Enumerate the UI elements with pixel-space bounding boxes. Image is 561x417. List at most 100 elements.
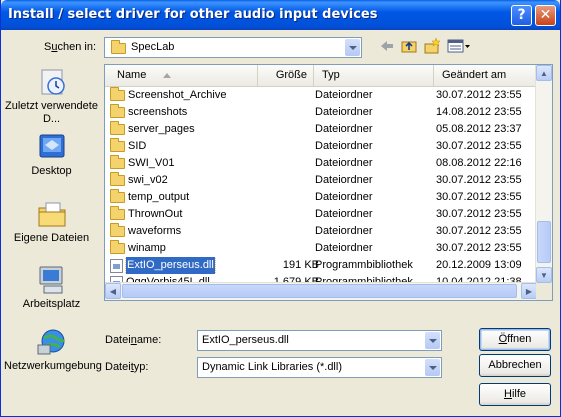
open-button[interactable]: Öffnen xyxy=(479,328,551,351)
list-header: Name Größe Typ Geändert am xyxy=(105,65,537,87)
place-network[interactable]: Netzwerkumgebung xyxy=(4,326,102,373)
scroll-up-button[interactable]: ▲ xyxy=(536,65,552,81)
file-row[interactable]: Screenshot_Archive Dateiordner 30.07.2012 … xyxy=(105,87,537,104)
file-date: 08.08.2012 22:16 xyxy=(436,157,522,169)
file-name: swi_v02 xyxy=(128,174,168,186)
folder-icon xyxy=(110,155,125,169)
file-date: 30.07.2012 23:55 xyxy=(436,242,522,254)
place-desktop[interactable]: Desktop xyxy=(4,131,99,178)
file-row[interactable]: server_pages Dateiordner 05.08.2012 23:37 xyxy=(105,121,537,138)
file-type: Dateiordner xyxy=(315,208,373,220)
place-my-documents[interactable]: Eigene Dateien xyxy=(4,198,99,245)
file-row[interactable]: swi_v02 Dateiordner 30.07.2012 23:55 xyxy=(105,172,537,189)
file-name-cell: waveforms xyxy=(110,223,258,240)
file-name-cell: temp_output xyxy=(110,189,258,206)
folder-icon xyxy=(110,121,125,135)
new-folder-icon[interactable] xyxy=(423,37,441,55)
filetype-select[interactable]: Dynamic Link Libraries (*.dll) xyxy=(197,357,442,378)
file-row[interactable]: waveforms Dateiordner 30.07.2012 23:55 xyxy=(105,223,537,240)
file-type: Dateiordner xyxy=(315,242,373,254)
horizontal-scroll-thumb[interactable] xyxy=(122,284,517,298)
file-type: Dateiordner xyxy=(315,123,373,135)
file-name-cell: SWI_V01 xyxy=(110,155,258,172)
look-in-combo[interactable]: SpecLab xyxy=(104,37,362,58)
window-title: Install / select driver for other audio … xyxy=(8,7,378,22)
folder-icon xyxy=(110,206,125,220)
file-name-cell: screenshots xyxy=(110,104,258,121)
filetype-label: Dateityp: xyxy=(105,361,149,373)
vertical-scrollbar[interactable]: ▲ ▼ xyxy=(535,65,552,283)
help-button[interactable]: ? xyxy=(511,5,532,26)
folder-icon xyxy=(110,240,125,254)
folder-icon xyxy=(110,172,125,186)
up-folder-icon[interactable] xyxy=(400,37,418,55)
filename-label: Dateiname: xyxy=(105,334,162,346)
file-row[interactable]: SWI_V01 Dateiordner 08.08.2012 22:16 xyxy=(105,155,537,172)
folder-icon xyxy=(110,87,125,101)
scroll-left-button[interactable]: ◀ xyxy=(105,283,121,299)
file-name: ExtIO_perseus.dll xyxy=(125,257,216,274)
column-header-date[interactable]: Geändert am xyxy=(434,65,537,86)
file-row[interactable]: screenshots Dateiordner 14.08.2012 23:55 xyxy=(105,104,537,121)
sort-ascending-icon xyxy=(163,72,172,78)
file-name-cell: SID xyxy=(110,138,258,155)
column-header-name[interactable]: Name xyxy=(105,65,258,86)
close-button[interactable]: ✕ xyxy=(535,5,556,26)
chevron-down-icon[interactable] xyxy=(425,332,440,349)
place-my-computer[interactable]: Arbeitsplatz xyxy=(4,264,99,311)
look-in-label: Suchen in: xyxy=(44,41,96,53)
file-name: Screenshot_Archive xyxy=(128,89,227,101)
filename-value: ExtIO_perseus.dll xyxy=(202,334,289,346)
title-bar[interactable]: Install / select driver for other audio … xyxy=(1,0,560,30)
column-header-type[interactable]: Typ xyxy=(314,65,434,86)
filename-field[interactable]: ExtIO_perseus.dll xyxy=(197,330,442,351)
file-date: 30.07.2012 23:55 xyxy=(436,225,522,237)
chevron-down-icon[interactable] xyxy=(345,39,360,56)
vertical-scroll-thumb[interactable] xyxy=(537,221,551,263)
view-menu-icon[interactable] xyxy=(447,37,471,55)
file-row[interactable]: temp_output Dateiordner 30.07.2012 23:55 xyxy=(105,189,537,206)
file-date: 05.08.2012 23:37 xyxy=(436,123,522,135)
dialog-window: Install / select driver for other audio … xyxy=(0,0,561,417)
cancel-button[interactable]: Abbrechen xyxy=(479,354,551,377)
place-recent[interactable]: Zuletzt verwendete D... xyxy=(4,66,99,126)
scroll-down-button[interactable]: ▼ xyxy=(536,267,552,283)
scroll-right-button[interactable]: ▶ xyxy=(521,283,537,299)
file-row[interactable]: ThrownOut Dateiordner 30.07.2012 23:55 xyxy=(105,206,537,223)
file-name: ThrownOut xyxy=(128,208,183,220)
column-header-size[interactable]: Größe xyxy=(258,65,314,86)
help-dialog-button[interactable]: Hilfe xyxy=(479,383,551,406)
file-size: 191 KB xyxy=(282,259,319,271)
file-date: 20.12.2009 13:09 xyxy=(436,259,522,271)
back-icon[interactable] xyxy=(378,37,396,55)
folder-icon xyxy=(110,104,125,118)
filetype-value: Dynamic Link Libraries (*.dll) xyxy=(202,361,342,373)
file-name-cell: ExtIO_perseus.dll xyxy=(110,257,258,274)
file-type: Dateiordner xyxy=(315,106,373,118)
file-name-cell: winamp xyxy=(110,240,258,257)
my-computer-icon xyxy=(36,264,68,296)
file-name: winamp xyxy=(128,242,166,254)
folder-icon xyxy=(110,138,125,152)
file-date: 30.07.2012 23:55 xyxy=(436,89,522,101)
file-name: SWI_V01 xyxy=(128,157,175,169)
file-date: 30.07.2012 23:55 xyxy=(436,208,522,220)
recent-documents-icon xyxy=(36,66,68,98)
file-row[interactable]: SID Dateiordner 30.07.2012 23:55 xyxy=(105,138,537,155)
place-recent-label: Zuletzt verwendete D... xyxy=(5,100,98,125)
file-type: Dateiordner xyxy=(315,191,373,203)
file-list[interactable]: Name Größe Typ Geändert am Screenshot_Ar… xyxy=(104,64,553,301)
file-date: 30.07.2012 23:55 xyxy=(436,191,522,203)
file-row[interactable]: winamp Dateiordner 30.07.2012 23:55 xyxy=(105,240,537,257)
horizontal-scrollbar[interactable]: ◀ ▶ xyxy=(105,282,537,300)
place-my-documents-label: Eigene Dateien xyxy=(13,232,90,244)
file-type: Programmbibliothek xyxy=(315,259,413,271)
dll-file-icon xyxy=(110,258,123,273)
place-my-computer-label: Arbeitsplatz xyxy=(22,298,81,310)
chevron-down-icon[interactable] xyxy=(425,359,440,376)
scrollbar-corner xyxy=(536,283,552,300)
file-name: SID xyxy=(128,140,147,152)
file-type: Dateiordner xyxy=(315,174,373,186)
file-row[interactable]: ExtIO_perseus.dll 191 KB Programmbibliothe… xyxy=(105,257,537,274)
file-type: Dateiordner xyxy=(315,157,373,169)
